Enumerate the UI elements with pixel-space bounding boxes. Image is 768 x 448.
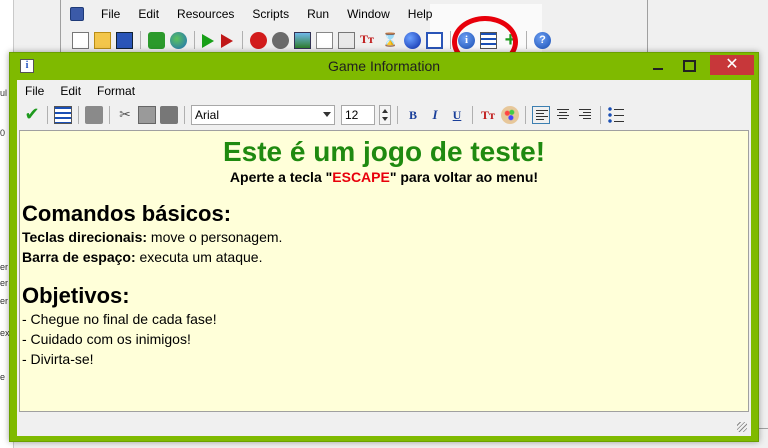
room-icon[interactable] [426, 31, 443, 49]
toolbar-separator [140, 31, 141, 49]
ide-menu-scripts[interactable]: Scripts [243, 7, 298, 21]
run-icon[interactable] [202, 32, 216, 49]
menu-edit[interactable]: Edit [52, 84, 89, 98]
objective-item: - Cuidado com os inimigos! [22, 331, 191, 347]
game-maker-app-icon [70, 7, 84, 21]
toolbar-separator [242, 31, 243, 49]
menu-file[interactable]: File [17, 84, 52, 98]
section-basic-controls-title: Comandos básicos: [22, 201, 232, 226]
font-settings-icon[interactable]: Tт [479, 106, 497, 124]
chevron-down-icon [323, 112, 331, 117]
ide-menu-resources[interactable]: Resources [168, 7, 243, 21]
ide-menu-window[interactable]: Window [338, 7, 399, 21]
underline-icon[interactable]: U [448, 106, 466, 124]
tree-fragment: er [0, 262, 9, 272]
minimize-button[interactable] [644, 55, 672, 75]
new-file-icon[interactable] [72, 31, 89, 49]
menu-format[interactable]: Format [89, 84, 143, 98]
font-size-field[interactable]: 12 [341, 105, 375, 125]
font-name-select[interactable]: Arial [191, 105, 335, 125]
editor-toolbar: ✔ ✂ Arial 12 B I U Tт [19, 102, 749, 128]
toolbar-separator [525, 106, 526, 124]
ide-menu-help[interactable]: Help [399, 7, 442, 21]
close-button[interactable]: ✕ [710, 55, 754, 75]
toolbar-separator [47, 106, 48, 124]
timeline-icon[interactable]: ⌛ [382, 32, 399, 49]
toolbar-separator [472, 106, 473, 124]
toolbar-separator [184, 106, 185, 124]
tree-fragment: e [0, 372, 6, 382]
objective-item: - Chegue no final de cada fase! [22, 311, 217, 327]
control-label: Teclas direcionais: [22, 229, 148, 245]
copy-icon[interactable] [138, 106, 156, 124]
font-icon[interactable]: Tт [360, 32, 377, 49]
ide-menu-run[interactable]: Run [298, 7, 338, 21]
cut-icon[interactable]: ✂ [116, 106, 134, 124]
toolbar-separator [78, 106, 79, 124]
toolbar-separator [450, 31, 451, 49]
objective-item: - Divirta-se! [22, 351, 94, 367]
window-titlebar[interactable]: i Game Information ✕ [10, 53, 758, 79]
script-icon[interactable] [338, 31, 355, 49]
create-executable-icon[interactable] [148, 31, 165, 49]
print-icon[interactable] [85, 106, 103, 124]
paste-icon[interactable] [160, 106, 178, 124]
bullet-list-icon[interactable] [607, 106, 625, 124]
tree-fragment: 0 [0, 128, 6, 138]
italic-icon[interactable]: I [426, 106, 444, 124]
bold-icon[interactable]: B [404, 106, 422, 124]
run-debug-icon[interactable] [221, 32, 235, 49]
align-left-icon[interactable] [532, 106, 550, 124]
help-icon[interactable]: ? [534, 31, 551, 49]
align-center-icon[interactable] [554, 106, 572, 124]
game-heading: Este é um jogo de teste! [222, 136, 546, 167]
background-icon[interactable] [294, 31, 311, 49]
toolbar-separator [194, 31, 195, 49]
section-objectives-title: Objetivos: [22, 283, 130, 308]
status-bar [19, 414, 749, 434]
maximize-button[interactable] [674, 55, 702, 75]
save-icon[interactable] [116, 31, 133, 49]
control-description: executa um ataque. [135, 249, 263, 265]
align-right-icon[interactable] [576, 106, 594, 124]
tree-fragment: ul [0, 88, 8, 98]
font-name-value: Arial [195, 108, 220, 122]
toolbar-separator [600, 106, 601, 124]
editor-menubar: File Edit Format [17, 82, 143, 100]
open-file-icon[interactable] [94, 31, 111, 49]
toolbar-separator [397, 106, 398, 124]
toolbar-separator [526, 31, 527, 49]
font-size-spinner[interactable] [379, 105, 391, 125]
ok-checkmark-icon[interactable]: ✔ [23, 106, 41, 124]
escape-instruction-prefix: Aperte a tecla " [229, 169, 333, 185]
resize-grip-icon[interactable] [737, 422, 747, 432]
window-client-area: File Edit Format ✔ ✂ Arial 12 B I U Tт E… [17, 80, 751, 436]
control-line-space: Barra de espaço: executa um ataque. [22, 247, 746, 267]
ide-menu-file[interactable]: File [92, 7, 129, 21]
control-label: Barra de espaço: [22, 249, 136, 265]
options-icon[interactable] [54, 106, 72, 124]
rich-text-editor[interactable]: Este é um jogo de teste! Aperte a tecla … [19, 130, 749, 412]
tree-fragment: er [0, 296, 9, 306]
sound-icon[interactable] [272, 31, 289, 49]
color-palette-icon[interactable] [501, 106, 519, 124]
path-icon[interactable] [316, 31, 333, 49]
ide-menubar: File Edit Resources Scripts Run Window H… [70, 4, 441, 24]
ide-menu-edit[interactable]: Edit [129, 7, 168, 21]
escape-key-name: ESCAPE [332, 169, 390, 185]
game-information-window: i Game Information ✕ File Edit Format ✔ … [9, 52, 759, 442]
toolbar-separator [109, 106, 110, 124]
control-line-arrows: Teclas direcionais: move o personagem. [22, 227, 746, 247]
control-description: move o personagem. [147, 229, 283, 245]
sprite-icon[interactable] [250, 31, 267, 49]
object-icon[interactable] [404, 31, 421, 49]
tree-fragment: er [0, 278, 9, 288]
escape-instruction: Aperte a tecla "ESCAPE" para voltar ao m… [22, 169, 746, 185]
escape-instruction-suffix: " para voltar ao menu! [389, 169, 539, 185]
publish-globe-icon[interactable] [170, 31, 187, 49]
